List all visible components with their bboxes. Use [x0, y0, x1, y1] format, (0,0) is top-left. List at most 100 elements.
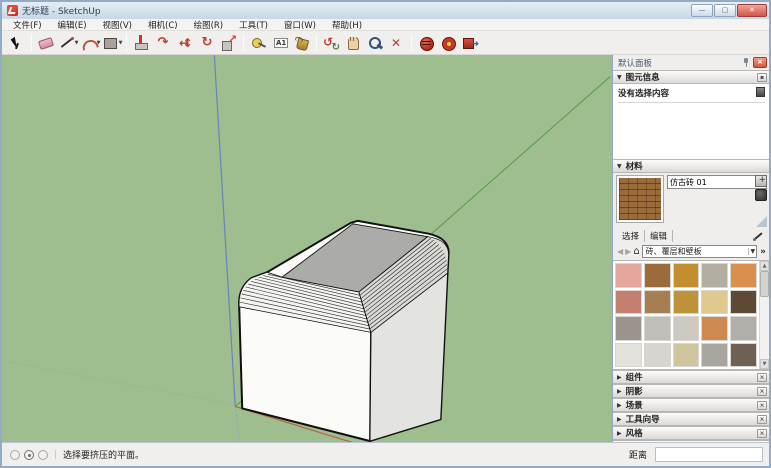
menu-item-4[interactable]: 绘图(R)	[187, 19, 231, 31]
menu-item-6[interactable]: 窗口(W)	[277, 19, 323, 31]
section-header-4[interactable]: ▶风格×	[613, 426, 769, 440]
tab-select[interactable]: 选择	[617, 230, 645, 242]
dropdown-arrow-icon[interactable]: ▼	[75, 40, 79, 46]
material-swatch-3[interactable]	[701, 263, 728, 288]
section-label: 阴影	[626, 385, 643, 397]
rotate-tool-button[interactable]: ↻	[196, 33, 218, 53]
paint-bucket-tool-button[interactable]	[291, 33, 313, 53]
material-swatch-area: ▲ ▼	[613, 260, 769, 370]
material-preview[interactable]	[616, 175, 664, 223]
section-header-1[interactable]: ▶阴影×	[613, 384, 769, 398]
material-swatch-4[interactable]	[730, 263, 757, 288]
swatch-scrollbar[interactable]: ▲ ▼	[759, 261, 769, 369]
push-pull-tool-button[interactable]	[130, 33, 152, 53]
share-model-tool-button[interactable]	[437, 33, 459, 53]
zoom-tool-button[interactable]	[364, 33, 386, 53]
section-close-button[interactable]: ×	[757, 401, 767, 410]
send-to-layout-tool-button[interactable]	[459, 33, 481, 53]
arc-tool-button[interactable]: ▼	[79, 33, 101, 53]
category-label: 砖、覆层和壁板	[646, 246, 702, 257]
model-canvas[interactable]	[2, 55, 612, 442]
material-swatch-13[interactable]	[701, 316, 728, 341]
scroll-down-icon[interactable]: ▼	[760, 359, 769, 369]
section-header-0[interactable]: ▶组件×	[613, 370, 769, 384]
section-close-button[interactable]: ×	[757, 387, 767, 396]
menu-item-0[interactable]: 文件(F)	[6, 19, 49, 31]
material-swatch-9[interactable]	[730, 290, 757, 315]
toolbar-separator	[31, 34, 32, 52]
follow-me-tool-button[interactable]: ↷	[152, 33, 174, 53]
section-close-button[interactable]: ×	[757, 373, 767, 382]
sample-paint-icon[interactable]	[753, 230, 765, 242]
material-swatch-11[interactable]	[644, 316, 671, 341]
eraser-tool-button[interactable]	[35, 33, 57, 53]
toolbar-separator	[316, 34, 317, 52]
tab-edit[interactable]: 编辑	[645, 230, 673, 242]
material-swatch-1[interactable]	[644, 263, 671, 288]
material-swatch-17[interactable]	[673, 343, 700, 368]
move-tool-button[interactable]	[174, 33, 196, 53]
section-header-2[interactable]: ▶场景×	[613, 398, 769, 412]
menu-item-5[interactable]: 工具(T)	[232, 19, 275, 31]
3d-viewport[interactable]	[2, 55, 613, 442]
scale-tool-button[interactable]	[218, 33, 240, 53]
material-swatch-14[interactable]	[730, 316, 757, 341]
material-swatch-8[interactable]	[701, 290, 728, 315]
minimize-button[interactable]: —	[691, 4, 713, 17]
tape-measure-tool-button[interactable]	[247, 33, 269, 53]
materials-nav: ◀ ▶ ⌂ 砖、覆层和壁板 ▼ »	[613, 243, 769, 260]
menu-item-7[interactable]: 帮助(H)	[325, 19, 369, 31]
material-swatch-15[interactable]	[615, 343, 642, 368]
scrollbar-thumb[interactable]	[760, 271, 769, 297]
close-button[interactable]: ✕	[737, 4, 767, 17]
status-bar: | 选择要挤压的平面。 距离	[2, 442, 769, 466]
measurement-input[interactable]	[655, 447, 763, 462]
material-swatch-10[interactable]	[615, 316, 642, 341]
get-models-tool-button[interactable]	[415, 33, 437, 53]
menu-item-3[interactable]: 相机(C)	[141, 19, 185, 31]
material-swatch-12[interactable]	[673, 316, 700, 341]
text-tool-button[interactable]	[269, 33, 291, 53]
material-swatch-18[interactable]	[701, 343, 728, 368]
dropdown-arrow-icon[interactable]: ▼	[119, 40, 123, 46]
section-close-button[interactable]: ×	[757, 415, 767, 424]
scroll-up-icon[interactable]: ▲	[760, 261, 769, 271]
pin-icon[interactable]	[742, 58, 750, 67]
material-swatch-6[interactable]	[644, 290, 671, 315]
material-swatch-0[interactable]	[615, 263, 642, 288]
entity-info-collapse-button[interactable]: ▪	[757, 73, 767, 82]
tray-close-icon[interactable]: ×	[753, 57, 767, 68]
credits-icon[interactable]	[24, 450, 34, 460]
chevron-right-icon: ▶	[617, 402, 622, 409]
material-swatch-7[interactable]	[673, 290, 700, 315]
pan-tool-button[interactable]	[342, 33, 364, 53]
material-category-dropdown[interactable]: 砖、覆层和壁板 ▼	[642, 245, 758, 258]
geolocation-icon[interactable]	[10, 450, 20, 460]
orbit-tool-button[interactable]	[320, 33, 342, 53]
shapes-tool-button[interactable]: ▼	[101, 33, 123, 53]
display-secondary-pane-icon[interactable]	[755, 189, 767, 201]
status-message: 选择要挤压的平面。	[63, 448, 625, 461]
entity-info-header[interactable]: ▼ 图元信息 ▪	[613, 70, 769, 84]
section-close-button[interactable]: ×	[757, 429, 767, 438]
zoom-extents-tool-button[interactable]	[386, 33, 408, 53]
home-icon[interactable]: ⌂	[633, 247, 639, 257]
select-tool-button[interactable]	[6, 33, 28, 53]
material-swatch-2[interactable]	[673, 263, 700, 288]
line-tool-button[interactable]: ▼	[57, 33, 79, 53]
menu-item-2[interactable]: 视图(V)	[96, 19, 139, 31]
menu-item-1[interactable]: 编辑(E)	[51, 19, 94, 31]
details-arrow-icon[interactable]: »	[759, 247, 767, 257]
create-material-icon[interactable]	[755, 175, 767, 187]
get-models-icon	[418, 35, 434, 51]
section-header-3[interactable]: ▶工具向导×	[613, 412, 769, 426]
help-icon[interactable]	[38, 450, 48, 460]
material-swatch-16[interactable]	[644, 343, 671, 368]
back-arrow-icon[interactable]: ◀	[617, 247, 623, 256]
material-swatch-19[interactable]	[730, 343, 757, 368]
forward-arrow-icon[interactable]: ▶	[625, 247, 631, 256]
material-swatch-5[interactable]	[615, 290, 642, 315]
materials-header[interactable]: ▼ 材料	[613, 159, 769, 173]
material-name-input[interactable]	[667, 175, 767, 189]
maximize-button[interactable]: ▢	[714, 4, 736, 17]
